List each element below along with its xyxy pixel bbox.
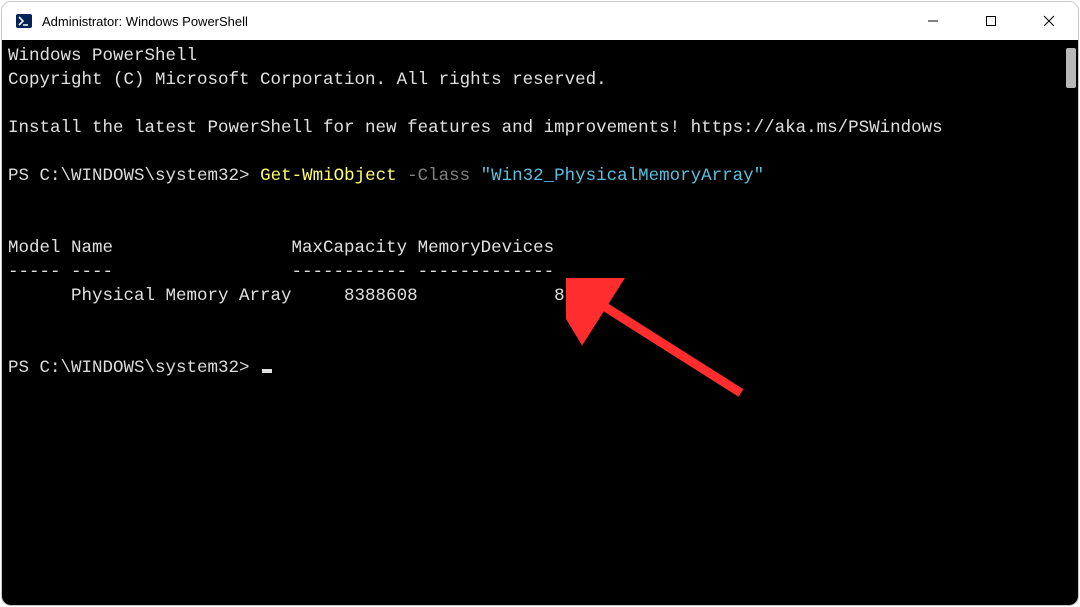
close-button[interactable] bbox=[1020, 2, 1078, 40]
param-value: "Win32_PhysicalMemoryArray" bbox=[481, 166, 765, 186]
cmdlet-name: Get-WmiObject bbox=[260, 166, 397, 186]
table-divider: ----- ---- ----------- ------------- bbox=[8, 262, 554, 282]
scrollbar-thumb[interactable] bbox=[1066, 48, 1076, 88]
param-flag: -Class bbox=[407, 166, 470, 186]
titlebar[interactable]: Administrator: Windows PowerShell bbox=[2, 2, 1078, 40]
header-line: Windows PowerShell bbox=[8, 46, 197, 66]
table-header: Model Name MaxCapacity MemoryDevices bbox=[8, 238, 554, 258]
terminal-output[interactable]: Windows PowerShell Copyright (C) Microso… bbox=[2, 40, 1078, 605]
install-hint: Install the latest PowerShell for new fe… bbox=[8, 118, 943, 138]
powershell-window: Administrator: Windows PowerShell Window… bbox=[1, 1, 1079, 606]
prompt-1: PS C:\WINDOWS\system32> bbox=[8, 166, 250, 186]
table-row: Physical Memory Array 8388608 8 bbox=[8, 286, 565, 306]
window-controls bbox=[904, 2, 1078, 40]
copyright-line: Copyright (C) Microsoft Corporation. All… bbox=[8, 70, 607, 90]
minimize-button[interactable] bbox=[904, 2, 962, 40]
prompt-2: PS C:\WINDOWS\system32> bbox=[8, 358, 250, 378]
maximize-button[interactable] bbox=[962, 2, 1020, 40]
cursor bbox=[262, 369, 272, 373]
window-title: Administrator: Windows PowerShell bbox=[42, 14, 904, 29]
powershell-icon bbox=[16, 13, 32, 29]
